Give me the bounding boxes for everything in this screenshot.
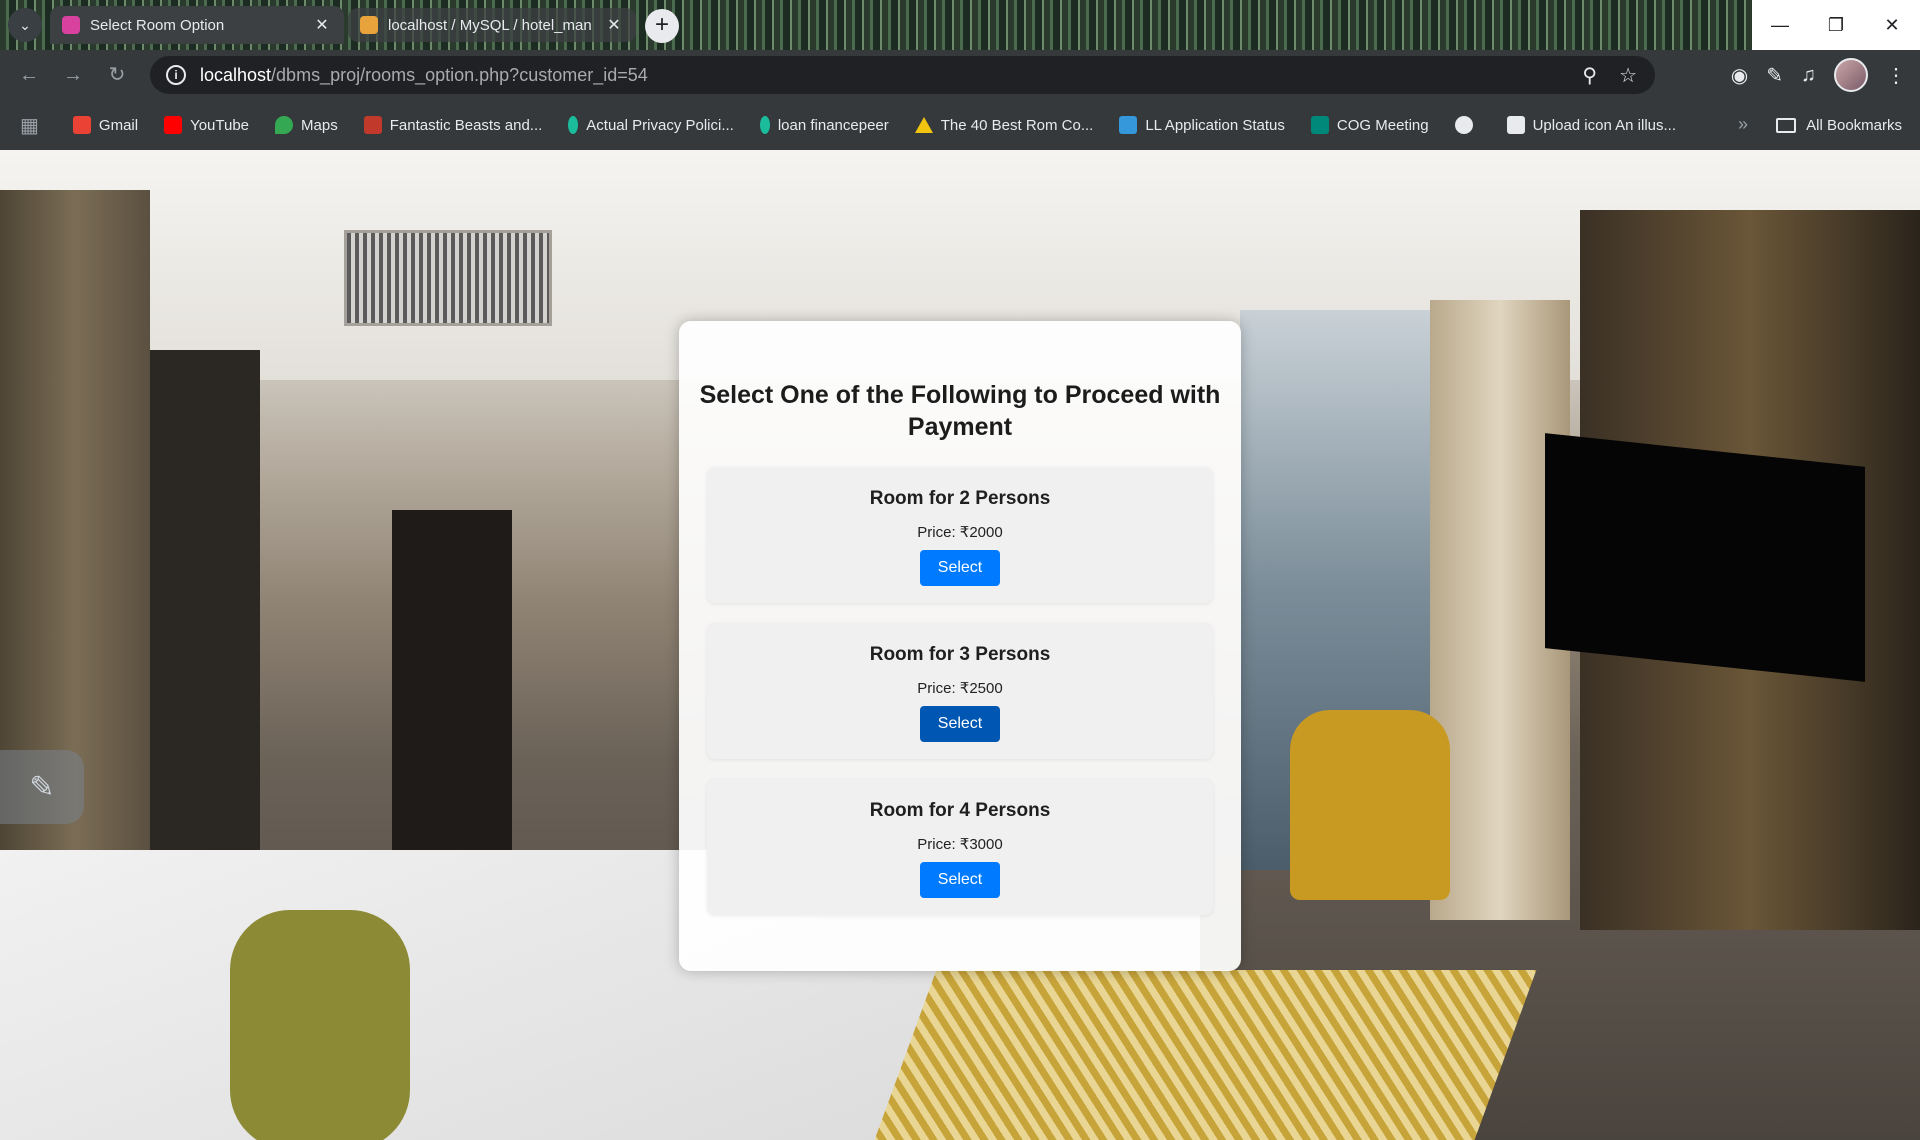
triangle-icon [914,117,933,133]
bookmark-gmail[interactable]: Gmail [72,116,139,134]
youtube-icon [164,116,183,134]
bookmark-cog-meeting[interactable]: COG Meeting [1310,116,1429,134]
gmail-icon [72,116,91,134]
all-bookmarks-button[interactable]: All Bookmarks [1776,100,1902,150]
room-option-title: Room for 3 Persons [869,644,1051,665]
page-icon [363,116,382,134]
building-icon [1119,116,1138,134]
pen-icon: ✎ [29,770,55,804]
room-option-2-persons: Room for 2 Persons Price: ₹2000 Select [707,467,1213,603]
background-vent [344,230,552,326]
new-tab-button[interactable]: + [645,9,679,43]
tab-search-button[interactable]: ⌄ [8,8,42,42]
background-doorway [392,510,512,870]
bookmark-label: Upload icon An illus... [1532,116,1677,134]
chevron-down-icon: ⌄ [19,16,31,33]
bookmark-ll-application[interactable]: LL Application Status [1119,116,1285,134]
folder-icon [1776,117,1797,133]
drop-icon [568,116,579,134]
select-room-4-button[interactable]: Select [920,862,1000,898]
room-option-price: Price: ₹3000 [917,836,1003,853]
select-room-2-button[interactable]: Select [920,550,1000,586]
side-panel-handle[interactable]: ✎ [0,750,84,824]
address-bar[interactable]: i localhost/dbms_proj/rooms_option.php?c… [150,56,1655,94]
close-tab-icon[interactable]: ✕ [604,15,624,35]
url-host: localhost [200,64,272,85]
room-option-title: Room for 2 Persons [869,488,1051,509]
room-option-4-persons: Room for 4 Persons Price: ₹3000 Select [707,779,1213,915]
background-tv [1545,433,1865,682]
bookmark-label: COG Meeting [1336,116,1429,134]
room-option-title: Room for 4 Persons [869,800,1051,821]
bookmark-upload-icon[interactable]: Upload icon An illus... [1506,116,1677,134]
bookmark-loan-financepeer[interactable]: loan financepeer [759,116,889,134]
bookmark-label: The 40 Best Rom Co... [940,116,1094,134]
bookmarks-bar: ▦ Gmail YouTube Maps Fantastic Beasts an… [0,100,1920,150]
room-option-3-persons: Room for 3 Persons Price: ₹2500 Select [707,623,1213,759]
reload-icon[interactable]: ↻ [102,60,132,90]
bookmark-maps[interactable]: Maps [275,116,338,134]
bookmark-fantastic-beasts[interactable]: Fantastic Beasts and... [363,116,543,134]
bookmark-label: Fantastic Beasts and... [389,116,543,134]
apps-grid-icon[interactable]: ▦ [20,113,39,138]
select-room-3-button[interactable]: Select [920,706,1000,742]
camera-icon[interactable]: ◉ [1731,63,1748,88]
minimize-icon[interactable]: — [1752,0,1808,50]
bookmark-label: Maps [301,116,338,134]
page-viewport: ✎ Select One of the Following to Proceed… [0,150,1920,1140]
close-tab-icon[interactable]: ✕ [312,15,332,35]
bookmark-label: LL Application Status [1145,116,1285,134]
bookmark-globe[interactable] [1454,116,1481,134]
tab-title: Select Room Option [90,16,225,34]
browser-toolbar: ← → ↻ i localhost/dbms_proj/rooms_option… [0,50,1920,100]
url-path: /dbms_proj/rooms_option.php?customer_id=… [271,64,648,85]
bookmark-label: Gmail [98,116,139,134]
site-info-icon[interactable]: i [166,65,186,85]
window-controls: — ❐ ✕ [1752,0,1920,50]
room-option-price: Price: ₹2500 [917,680,1003,697]
media-icon[interactable]: ♫ [1801,64,1816,87]
bookmark-rom-com[interactable]: The 40 Best Rom Co... [914,116,1094,134]
phpmyadmin-favicon-icon [360,16,378,34]
meet-icon [1310,116,1329,134]
building-icon [1506,116,1525,134]
drop-icon [759,116,770,134]
tab-phpmyadmin[interactable]: localhost / MySQL / hotel_man ✕ [348,8,636,42]
restore-icon[interactable]: ❐ [1808,0,1864,50]
forward-icon[interactable]: → [58,60,88,90]
page-title: Select One of the Following to Proceed w… [699,381,1221,441]
globe-icon [1454,116,1473,134]
tab-select-room-option[interactable]: Select Room Option ✕ [50,6,344,44]
bookmark-label: loan financepeer [777,116,889,134]
bookmark-youtube[interactable]: YouTube [164,116,249,134]
tab-title: localhost / MySQL / hotel_man [388,16,592,34]
room-option-price: Price: ₹2000 [917,524,1003,541]
tab-strip: ⌄ Select Room Option ✕ localhost / MySQL… [0,0,1920,50]
zoom-icon[interactable]: ⚲ [1582,63,1597,88]
room-options-card: Select One of the Following to Proceed w… [679,321,1241,971]
maps-icon [275,116,294,134]
bookmark-label: YouTube [190,116,250,134]
bookmark-privacy-policies[interactable]: Actual Privacy Polici... [568,116,734,134]
background-armchair [1290,710,1450,900]
all-bookmarks-label: All Bookmarks [1806,116,1902,134]
background-wardrobe [150,350,260,910]
background-pillow [230,910,410,1140]
bookmark-star-icon[interactable]: ☆ [1619,63,1637,88]
profile-avatar[interactable] [1834,58,1868,92]
background-bed-runner [863,970,1537,1140]
menu-icon[interactable]: ⋮ [1886,63,1906,88]
site-favicon-icon [62,16,80,34]
back-icon[interactable]: ← [14,60,44,90]
bookmark-label: Actual Privacy Polici... [586,116,734,134]
chevron-double-right-icon[interactable]: » [1738,114,1748,135]
close-window-icon[interactable]: ✕ [1864,0,1920,50]
extensions-icon[interactable]: ✎ [1766,63,1783,88]
